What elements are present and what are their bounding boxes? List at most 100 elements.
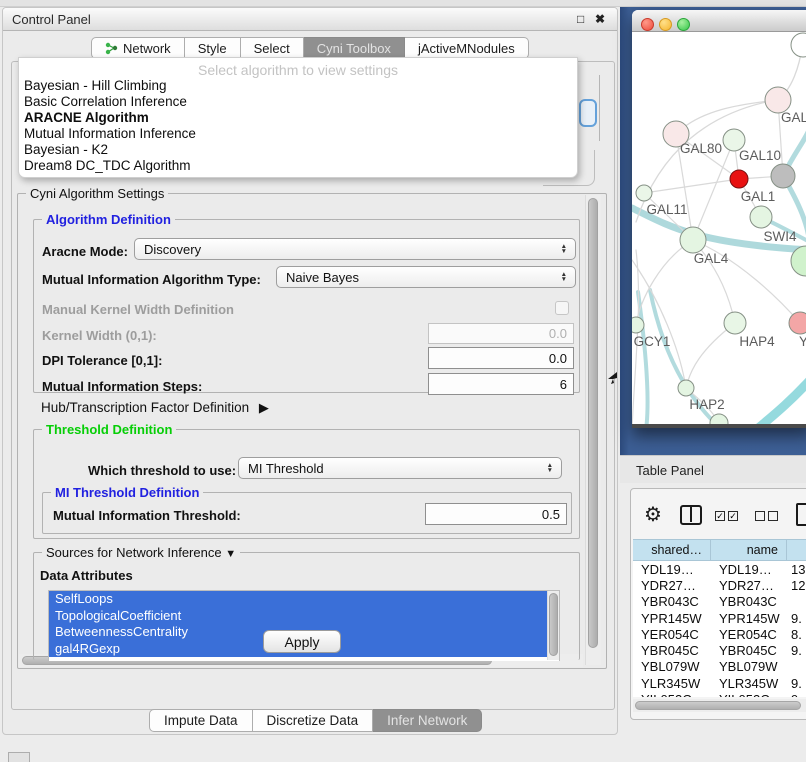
- node-label: SWI4: [763, 229, 796, 244]
- sources-group-title[interactable]: Sources for Network Inference ▼: [42, 545, 240, 560]
- hub-definition-toggle[interactable]: Hub/Transcription Factor Definition ▶: [41, 400, 269, 416]
- table-cell: 13: [787, 561, 806, 577]
- table-cell: [787, 659, 806, 675]
- cyni-bottom-tabs: Impute DataDiscretize DataInfer Network: [149, 709, 482, 732]
- column-layout-icon[interactable]: [680, 505, 702, 525]
- column-header[interactable]: shared…: [633, 540, 711, 560]
- table-cell: 9.: [787, 691, 806, 697]
- network-canvas[interactable]: GALGAL80GAL10GAL11GAL1SWI4GAL4GCY1HAP4YH…: [632, 32, 806, 424]
- algorithm-option[interactable]: Dream8 DC_TDC Algorithm: [19, 158, 577, 174]
- table-cell: 9.: [787, 642, 806, 658]
- settings-vertical-scrollbar-thumb[interactable]: [588, 198, 598, 648]
- deselect-all-checkboxes-icon[interactable]: [755, 511, 778, 521]
- tab-cyni-toolbox[interactable]: Cyni Toolbox: [304, 37, 405, 59]
- node-label: HAP4: [739, 334, 775, 349]
- network-node[interactable]: [636, 185, 652, 201]
- table-row[interactable]: YER054CYER054C8.: [633, 626, 806, 642]
- dpi-tolerance-input[interactable]: 0.0: [428, 347, 574, 369]
- algorithm-option[interactable]: Basic Correlation Inference: [19, 94, 577, 110]
- network-node[interactable]: [724, 312, 746, 334]
- settings-gear-icon[interactable]: ⚙: [644, 502, 662, 527]
- which-threshold-combo[interactable]: MI Threshold ▲▼: [238, 457, 562, 479]
- column-header[interactable]: name: [711, 540, 787, 560]
- tab-select[interactable]: Select: [241, 37, 304, 59]
- attribute-item[interactable]: TopologicalCoefficient: [49, 608, 559, 625]
- algorithm-option[interactable]: Mutual Information Inference: [19, 126, 577, 142]
- table-panel-title: Table Panel: [636, 463, 704, 478]
- mi-steps-input[interactable]: 6: [428, 373, 574, 395]
- bottom-tab-infer-network[interactable]: Infer Network: [373, 709, 482, 732]
- float-panel-icon[interactable]: □: [577, 12, 584, 26]
- network-node[interactable]: [632, 317, 644, 333]
- table-row[interactable]: YLR345WYLR345W9.: [633, 675, 806, 691]
- table-horizontal-scrollbar[interactable]: [633, 699, 806, 712]
- network-node[interactable]: [678, 380, 694, 396]
- network-node[interactable]: [771, 164, 795, 188]
- manual-kernel-width-label: Manual Kernel Width Definition: [42, 302, 234, 317]
- node-label: GCY1: [634, 334, 671, 349]
- chevron-down-icon: ▼: [225, 548, 236, 560]
- network-node[interactable]: [730, 170, 748, 188]
- algorithm-dropdown-prompt: Select algorithm to view settings: [19, 58, 577, 78]
- tab-style[interactable]: Style: [185, 37, 241, 59]
- algorithm-option[interactable]: Bayesian - Hill Climbing: [19, 78, 577, 94]
- table-horizontal-scrollbar-thumb[interactable]: [635, 701, 801, 710]
- dpi-tolerance-value: 0.0: [549, 351, 567, 366]
- attributes-list-scrollbar[interactable]: [547, 591, 559, 660]
- network-node[interactable]: [710, 414, 728, 424]
- document-icon[interactable]: [796, 503, 806, 526]
- bottom-tab-discretize-data[interactable]: Discretize Data: [253, 709, 374, 732]
- node-label: GAL11: [646, 202, 687, 217]
- table-row[interactable]: YDL19…YDL19…13: [633, 561, 806, 577]
- table-row[interactable]: YIL052CYIL052C9.: [633, 691, 806, 697]
- aracne-mode-combo[interactable]: Discovery ▲▼: [134, 238, 576, 260]
- network-icon: [105, 42, 118, 55]
- table-row[interactable]: YPR145WYPR145W9.: [633, 610, 806, 626]
- close-red-icon[interactable]: [641, 18, 654, 31]
- mi-algorithm-type-combo[interactable]: Naive Bayes ▲▼: [276, 266, 576, 288]
- hidden-combo-edge: [599, 75, 600, 141]
- table-row[interactable]: YBR043CYBR043C: [633, 594, 806, 610]
- column-header[interactable]: [787, 540, 806, 560]
- screenshot-root: Control Panel □ ✖ NetworkStyleSelect Cyni…: [0, 0, 806, 762]
- kernel-width-input[interactable]: 0.0: [428, 323, 574, 344]
- minimize-yellow-icon[interactable]: [659, 18, 672, 31]
- control-panel-titlebar: Control Panel □ ✖: [3, 8, 617, 31]
- close-panel-icon[interactable]: ✖: [595, 12, 605, 26]
- apply-button[interactable]: Apply: [263, 630, 341, 653]
- table-header-row: shared…name: [633, 539, 806, 561]
- algorithm-option[interactable]: Bayesian - K2: [19, 142, 577, 158]
- kernel-width-value: 0.0: [549, 326, 567, 341]
- collapsed-panel-icon[interactable]: [8, 752, 30, 762]
- mi-steps-value: 6: [560, 377, 567, 392]
- algorithm-option[interactable]: ARACNE Algorithm: [19, 110, 577, 126]
- select-all-checkboxes-icon[interactable]: ✓ ✓: [715, 511, 738, 521]
- network-node[interactable]: [750, 206, 772, 228]
- bottom-tab-impute-data[interactable]: Impute Data: [149, 709, 253, 732]
- tab-network[interactable]: Network: [91, 37, 185, 59]
- mi-threshold-definition-title: MI Threshold Definition: [51, 485, 203, 500]
- network-node[interactable]: [680, 227, 706, 253]
- settings-vertical-scrollbar[interactable]: [585, 195, 601, 665]
- attribute-item[interactable]: SelfLoops: [49, 591, 559, 608]
- network-node[interactable]: [791, 33, 806, 57]
- table-row[interactable]: YBR045CYBR045C9.: [633, 642, 806, 658]
- tab-label: Cyni Toolbox: [317, 41, 391, 56]
- algorithm-dropdown-popup: Select algorithm to view settings Bayesi…: [18, 57, 578, 178]
- tab-jactivemnodules[interactable]: jActiveMNodules: [405, 37, 529, 59]
- kernel-width-label: Kernel Width (0,1):: [42, 328, 157, 343]
- node-label: HAP2: [689, 397, 724, 412]
- panel-title: Control Panel: [12, 12, 91, 27]
- mi-threshold-input[interactable]: 0.5: [425, 503, 567, 525]
- node-label: GAL4: [694, 251, 729, 266]
- sources-title-text: Sources for Network Inference: [46, 545, 222, 560]
- zoom-green-icon[interactable]: [677, 18, 690, 31]
- table-cell: YER054C: [711, 626, 787, 642]
- table-row[interactable]: YBL079WYBL079W: [633, 659, 806, 675]
- network-node[interactable]: [789, 312, 806, 334]
- manual-kernel-width-checkbox[interactable]: [555, 301, 569, 315]
- settings-group-title: Cyni Algorithm Settings: [26, 186, 168, 201]
- attributes-list-scrollbar-thumb[interactable]: [549, 593, 558, 656]
- table-cell: YIL052C: [711, 691, 787, 697]
- table-row[interactable]: YDR27…YDR27…12: [633, 577, 806, 593]
